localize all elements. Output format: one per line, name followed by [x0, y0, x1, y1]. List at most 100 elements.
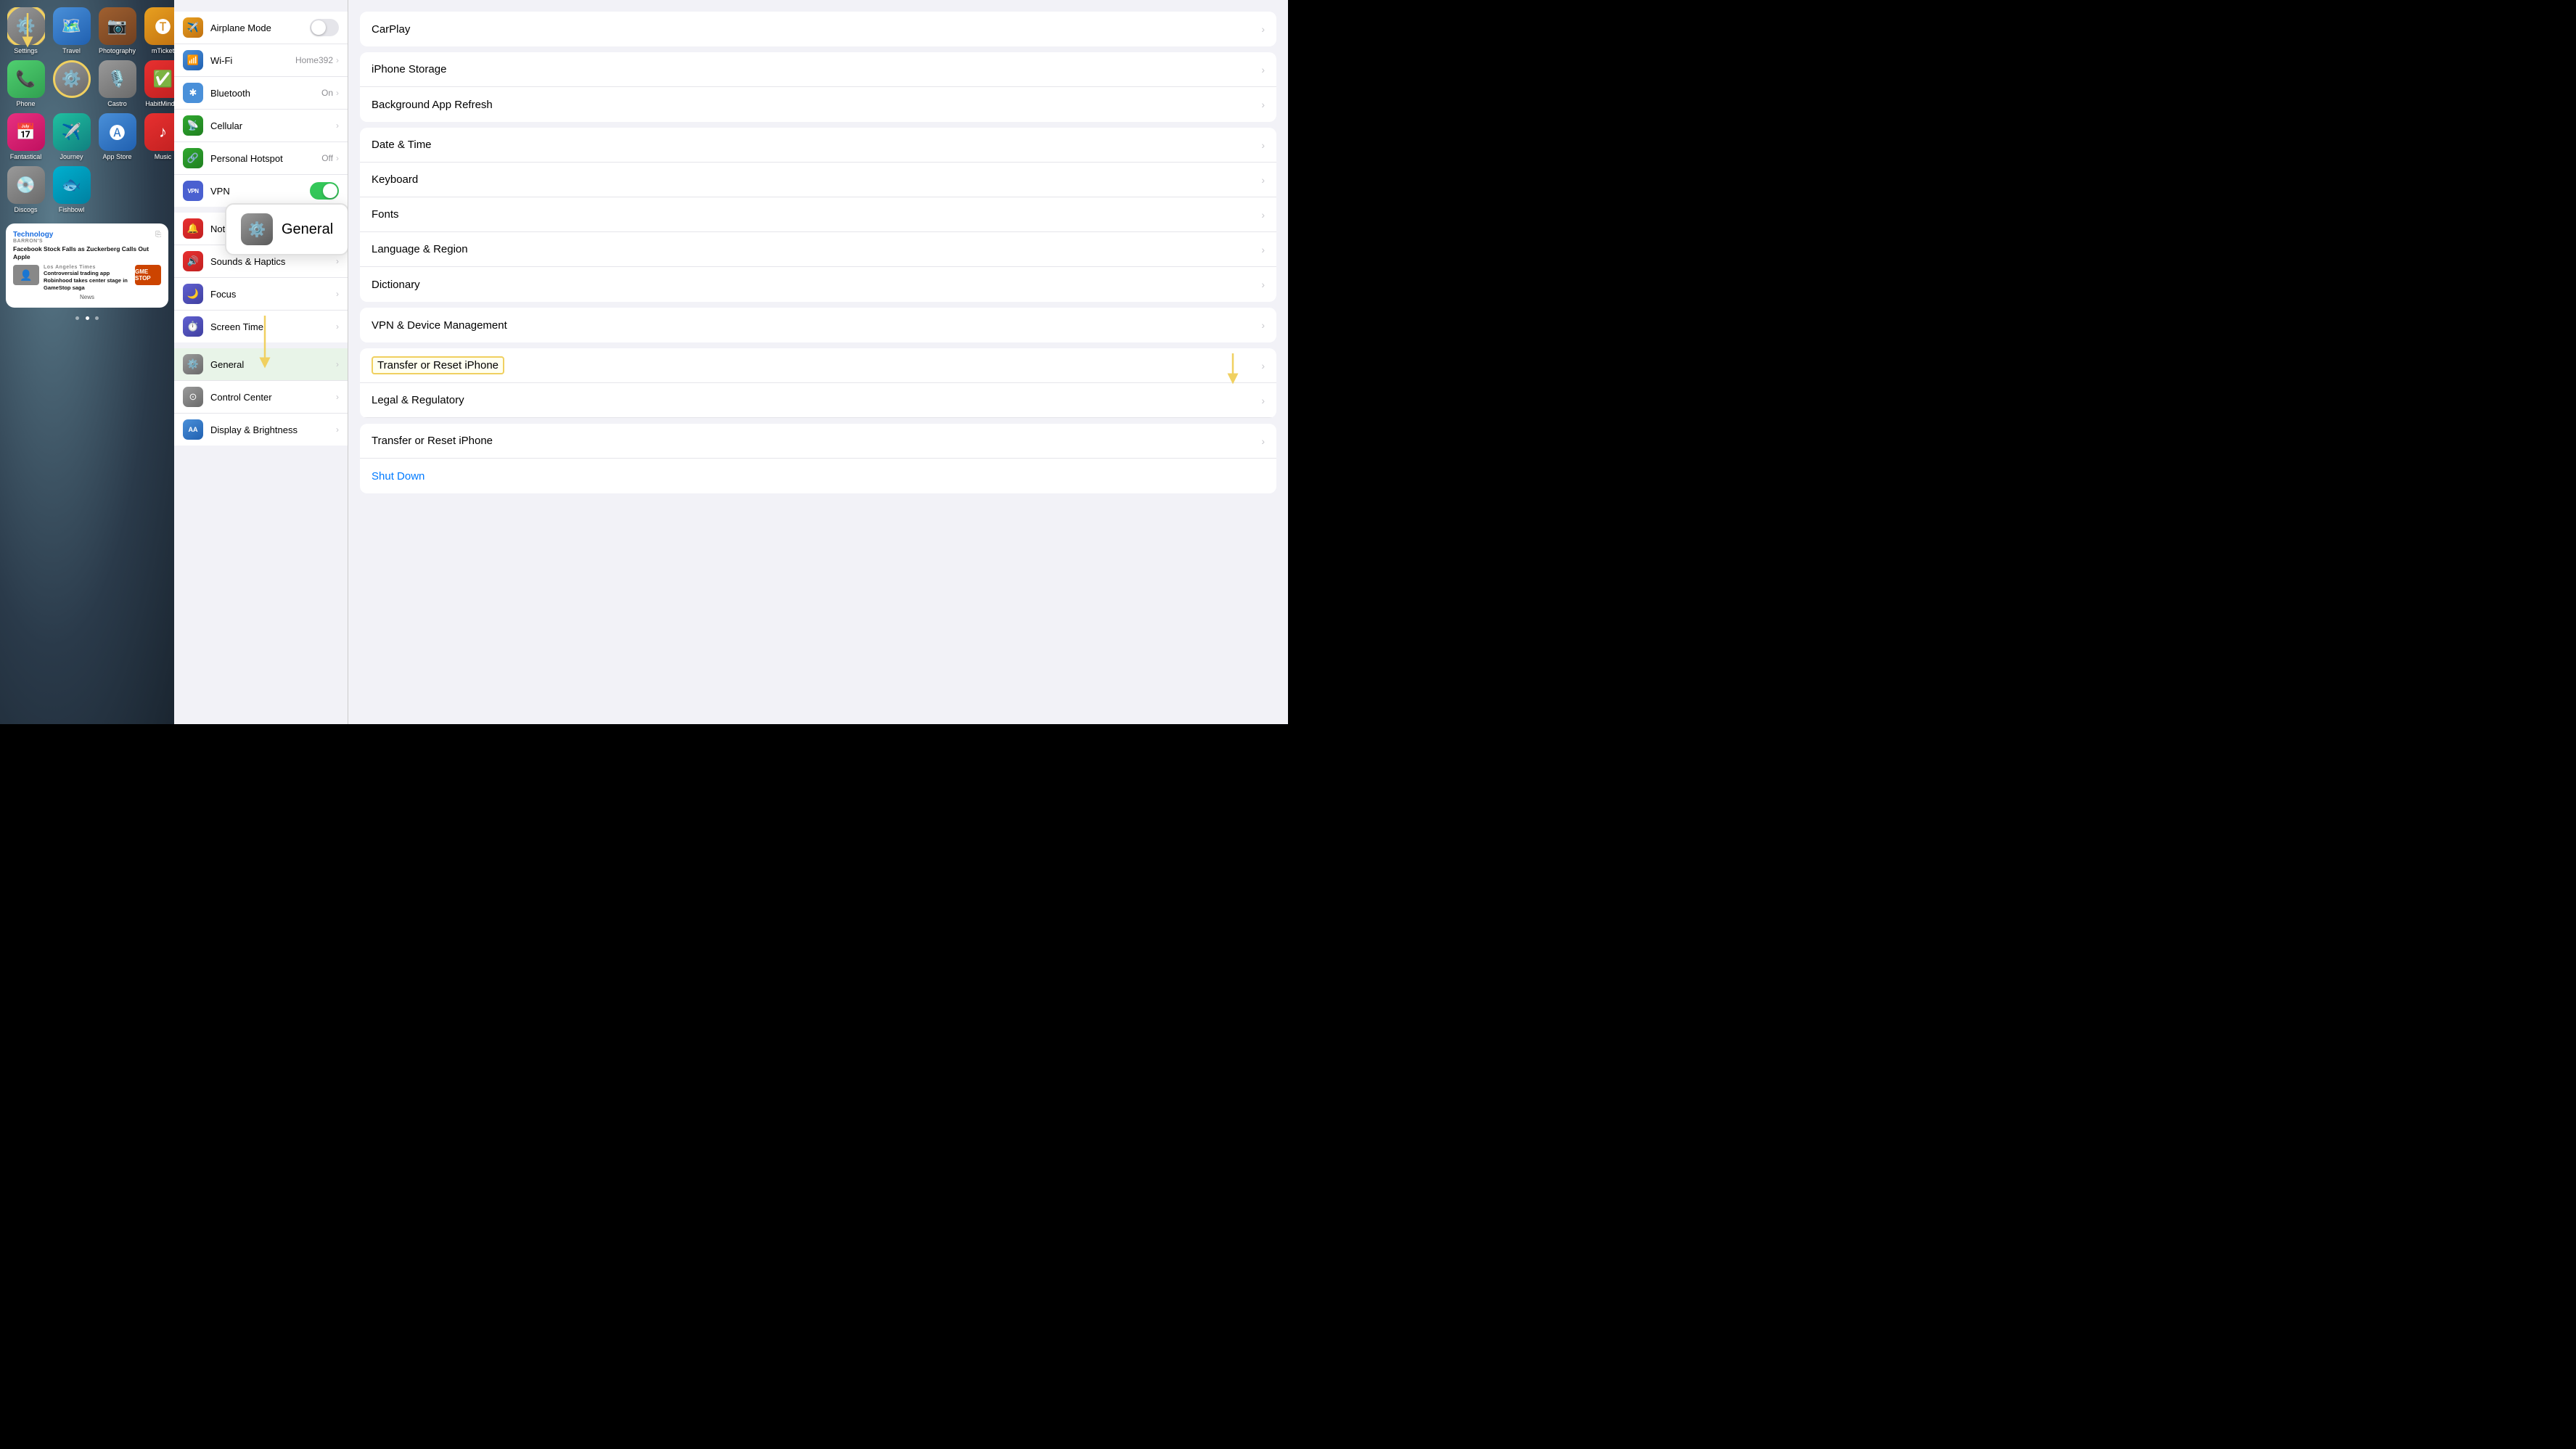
- app-photography[interactable]: 📷 Photography: [97, 7, 137, 54]
- screen-time-chevron-icon: ›: [336, 321, 339, 332]
- app-label: Fishbowl: [59, 206, 85, 213]
- phone-app-icon: 📞: [7, 60, 45, 98]
- app-mticket[interactable]: 🅣 mTicket: [143, 7, 174, 54]
- news-headline-2: Controversial trading app Robinhood take…: [44, 270, 131, 291]
- storage-group: iPhone Storage › Background App Refresh …: [360, 52, 1276, 122]
- cellular-row[interactable]: 📡 Cellular ›: [174, 110, 348, 142]
- background-refresh-label: Background App Refresh: [372, 99, 1261, 111]
- fonts-label: Fonts: [372, 208, 1261, 221]
- app-appstore[interactable]: 🅐 App Store: [97, 113, 137, 160]
- app-settings2[interactable]: ⚙️: [52, 60, 91, 107]
- app-music[interactable]: ♪ Music: [143, 113, 174, 160]
- display-chevron-icon: ›: [336, 424, 339, 435]
- transfer-reset-highlighted-row[interactable]: Transfer or Reset iPhone ›: [360, 348, 1276, 383]
- news-row-2: 👤 Los Angeles Times Controversial tradin…: [13, 265, 161, 291]
- control-center-chevron-icon: ›: [336, 392, 339, 402]
- app-label: Photography: [99, 47, 136, 54]
- datetime-group: Date & Time › Keyboard › Fonts › Languag…: [360, 128, 1276, 302]
- control-center-row[interactable]: ⊙ Control Center ›: [174, 381, 348, 414]
- general-icon: ⚙️: [183, 354, 203, 374]
- dictionary-label: Dictionary: [372, 279, 1261, 291]
- general-label: General: [210, 359, 336, 370]
- vpn-label: VPN: [210, 186, 310, 197]
- control-center-label: Control Center: [210, 392, 336, 403]
- news-category: Technology: [13, 231, 53, 239]
- photography-app-icon: 📷: [99, 7, 136, 45]
- fishbowl-app-icon: 🐟: [53, 166, 91, 204]
- app-fantastical[interactable]: 📅 Fantastical: [6, 113, 46, 160]
- shut-down-label: Shut Down: [372, 470, 1265, 483]
- transfer-highlight-box: Transfer or Reset iPhone: [372, 356, 504, 374]
- general-chevron-icon: ›: [336, 359, 339, 369]
- vpn-device-row[interactable]: VPN & Device Management ›: [360, 308, 1276, 342]
- app-travel[interactable]: 🗺️ Travel: [52, 7, 91, 54]
- screen-time-row[interactable]: ⏱️ Screen Time ›: [174, 311, 348, 342]
- page-dot: [95, 316, 99, 320]
- legal-row[interactable]: Legal & Regulatory ›: [360, 383, 1276, 418]
- page-dot: [75, 316, 79, 320]
- general-popup-text: General: [282, 221, 333, 238]
- wifi-row[interactable]: 📶 Wi-Fi Home392 ›: [174, 44, 348, 77]
- dictionary-row[interactable]: Dictionary ›: [360, 267, 1276, 302]
- transfer-shutdown-group: Transfer or Reset iPhone › Shut Down: [360, 424, 1276, 493]
- news-thumb-1: 👤: [13, 265, 39, 285]
- legal-label: Legal & Regulatory: [372, 394, 1261, 406]
- app-settings[interactable]: ⚙️ Settings: [6, 7, 46, 54]
- mticket-app-icon: 🅣: [144, 7, 175, 45]
- app-discogs[interactable]: 💿 Discogs: [6, 166, 46, 213]
- app-castro[interactable]: 🎙️ Castro: [97, 60, 137, 107]
- focus-icon: 🌙: [183, 284, 203, 304]
- general-row[interactable]: ⚙️ General ›: [174, 348, 348, 381]
- app-fishbowl[interactable]: 🐟 Fishbowl: [52, 166, 91, 213]
- carplay-label: CarPlay: [372, 23, 1261, 36]
- airplane-toggle[interactable]: [310, 19, 339, 36]
- general-detail-panel: CarPlay › iPhone Storage › Background Ap…: [348, 0, 1288, 724]
- display-brightness-row[interactable]: AA Display & Brightness ›: [174, 414, 348, 446]
- transfer-reset-row[interactable]: Transfer or Reset iPhone ›: [360, 424, 1276, 459]
- vpn-row[interactable]: VPN VPN: [174, 175, 348, 207]
- habitminder-app-icon: ✅: [144, 60, 175, 98]
- keyboard-row[interactable]: Keyboard ›: [360, 163, 1276, 197]
- control-center-icon: ⊙: [183, 387, 203, 407]
- focus-row[interactable]: 🌙 Focus ›: [174, 278, 348, 311]
- settings-circle-icon: ⚙️: [53, 60, 91, 98]
- iphone-storage-row[interactable]: iPhone Storage ›: [360, 52, 1276, 87]
- general-popup-icon: ⚙️: [241, 213, 273, 245]
- dictionary-chevron-icon: ›: [1261, 279, 1265, 290]
- general-popup: ⚙️ General: [225, 203, 348, 255]
- carplay-row[interactable]: CarPlay ›: [360, 12, 1276, 46]
- language-row[interactable]: Language & Region ›: [360, 232, 1276, 267]
- app-label: Travel: [62, 47, 81, 54]
- display-label: Display & Brightness: [210, 424, 336, 435]
- airplane-label: Airplane Mode: [210, 22, 310, 33]
- date-time-chevron-icon: ›: [1261, 139, 1265, 151]
- app-journey[interactable]: ✈️ Journey: [52, 113, 91, 160]
- bluetooth-chevron-icon: ›: [336, 88, 339, 98]
- news-widget[interactable]: Technology ⎘ BARRON'S Facebook Stock Fal…: [6, 223, 168, 308]
- app-phone[interactable]: 📞 Phone: [6, 60, 46, 107]
- focus-label: Focus: [210, 289, 336, 300]
- bluetooth-label: Bluetooth: [210, 88, 321, 99]
- bluetooth-row[interactable]: ✱ Bluetooth On ›: [174, 77, 348, 110]
- vpn-toggle[interactable]: [310, 182, 339, 200]
- date-time-row[interactable]: Date & Time ›: [360, 128, 1276, 163]
- background-refresh-row[interactable]: Background App Refresh ›: [360, 87, 1276, 122]
- iphone-storage-label: iPhone Storage: [372, 63, 1261, 75]
- sounds-icon: 🔊: [183, 251, 203, 271]
- airplane-mode-row[interactable]: ✈️ Airplane Mode: [174, 12, 348, 44]
- fonts-row[interactable]: Fonts ›: [360, 197, 1276, 232]
- shut-down-row[interactable]: Shut Down: [360, 459, 1276, 493]
- app-habitminder[interactable]: ✅ HabitMinder: [143, 60, 174, 107]
- news-headline-1: Facebook Stock Falls as Zuckerberg Calls…: [13, 245, 161, 261]
- vpn-device-label: VPN & Device Management: [372, 319, 1261, 332]
- app-grid: ⚙️ Settings 🗺️ Travel 📷 Photography 🅣 mT…: [0, 0, 174, 221]
- highlight-circle: [7, 7, 45, 45]
- hotspot-value: Off: [321, 153, 333, 163]
- settings-app-icon: ⚙️: [7, 7, 45, 45]
- personal-hotspot-row[interactable]: 🔗 Personal Hotspot Off ›: [174, 142, 348, 175]
- app-label: Castro: [107, 100, 127, 107]
- legal-chevron-icon: ›: [1261, 395, 1265, 406]
- app-label: HabitMinder: [145, 100, 174, 107]
- bluetooth-value: On: [321, 88, 333, 98]
- date-time-label: Date & Time: [372, 139, 1261, 151]
